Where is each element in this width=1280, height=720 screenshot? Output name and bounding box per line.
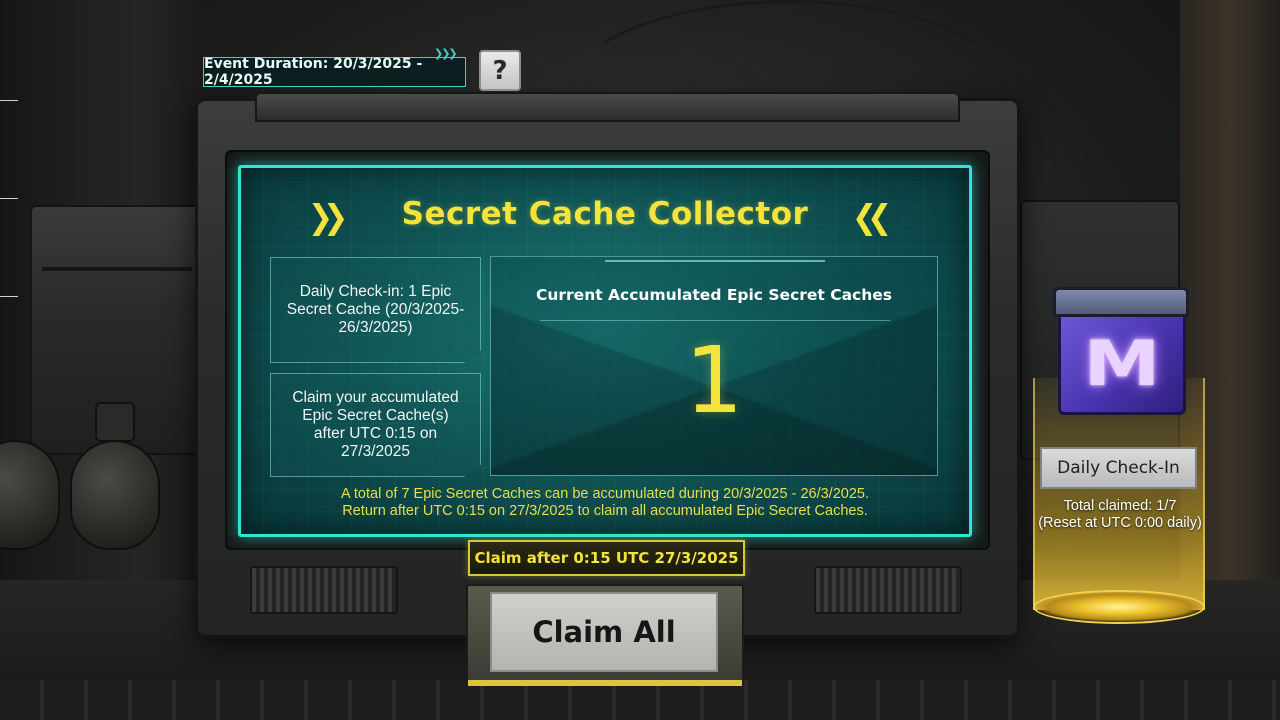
notice-line-2: Return after UTC 0:15 on 27/3/2025 to cl… [342, 503, 868, 520]
vent-right [814, 566, 962, 614]
accumulated-label: Current Accumulated Epic Secret Caches [535, 286, 893, 304]
accumulated-count: 1 [684, 327, 744, 434]
accumulated-panel-accent [605, 256, 825, 262]
edge-divider [0, 198, 18, 199]
help-button[interactable]: ? [479, 50, 521, 91]
claim-after-label: Claim after 0:15 UTC 27/3/2025 [468, 540, 745, 576]
event-duration-banner: Event Duration: 20/3/2025 - 2/4/2025 [203, 56, 466, 88]
total-claimed-text: Total claimed: 1/7 [1063, 498, 1177, 514]
daily-checkin-info-box: Daily Check-in: 1 Epic Secret Cache (20/… [270, 257, 481, 363]
question-mark-icon: ? [492, 55, 508, 86]
claim-info-text: Claim your accumulated Epic Secret Cache… [292, 389, 459, 460]
reset-note-text: (Reset at UTC 0:00 daily) [1038, 515, 1202, 532]
rugged-laptop-lid [255, 92, 960, 122]
grenade-icon [70, 440, 160, 550]
grenade-fuse-icon [95, 402, 135, 442]
edge-divider [0, 296, 18, 297]
notice-line-1: A total of 7 Epic Secret Caches can be a… [341, 486, 869, 502]
cache-logo-icon: M [1083, 326, 1161, 400]
accumulated-divider [540, 320, 890, 321]
vent-left [250, 566, 398, 614]
claim-all-button[interactable]: Claim All [490, 592, 718, 672]
epic-secret-cache-lid [1053, 287, 1189, 317]
daily-checkin-status: Total claimed: 1/7 (Reset at UTC 0:00 da… [1030, 498, 1210, 532]
background-floor-strip [0, 680, 1280, 720]
claim-info-box: Claim your accumulated Epic Secret Cache… [270, 373, 481, 477]
event-notice: A total of 7 Epic Secret Caches can be a… [238, 486, 972, 520]
edge-divider [0, 100, 18, 101]
panel-title: Secret Cache Collector [401, 196, 809, 232]
double-chevron-icon: ❯❯❯ [434, 47, 458, 60]
reward-pedestal [1033, 590, 1205, 624]
daily-checkin-button[interactable]: Daily Check-In [1040, 447, 1197, 489]
daily-checkin-info-text: Daily Check-in: 1 Epic Secret Cache (20/… [286, 283, 465, 336]
